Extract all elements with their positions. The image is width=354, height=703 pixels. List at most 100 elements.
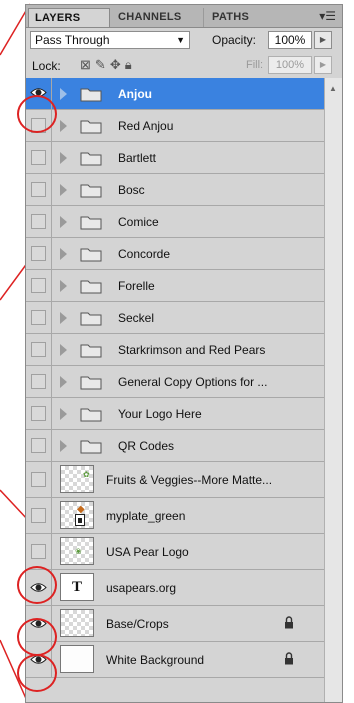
layer-name: usapears.org bbox=[106, 581, 177, 595]
layer-name: USA Pear Logo bbox=[106, 545, 189, 559]
lock-transparent-icon[interactable]: ⊠ bbox=[80, 57, 95, 72]
expand-arrow-icon[interactable] bbox=[60, 376, 67, 388]
layer-name: Bartlett bbox=[118, 151, 157, 165]
visibility-box-empty bbox=[31, 406, 46, 421]
layer-name: Bosc bbox=[118, 183, 145, 197]
visibility-box-empty bbox=[31, 472, 46, 487]
layer-name: QR Codes bbox=[118, 439, 175, 453]
visibility-toggle[interactable] bbox=[26, 110, 52, 141]
smart-object-icon bbox=[75, 514, 85, 526]
layer-row[interactable]: Starkrimson and Red Pears bbox=[26, 334, 324, 366]
layer-row[interactable]: General Copy Options for ... bbox=[26, 366, 324, 398]
layers-panel: LAYERS CHANNELS PATHS ▾☰ Pass Through ▼ … bbox=[25, 4, 343, 703]
layer-row[interactable]: Bosc bbox=[26, 174, 324, 206]
visibility-toggle[interactable] bbox=[26, 78, 52, 109]
folder-icon bbox=[80, 88, 102, 102]
layer-name: Concorde bbox=[118, 247, 171, 261]
visibility-toggle[interactable] bbox=[26, 606, 52, 641]
visibility-toggle[interactable] bbox=[26, 642, 52, 677]
layer-row[interactable]: Red Anjou bbox=[26, 110, 324, 142]
layer-row[interactable]: Seckel bbox=[26, 302, 324, 334]
visibility-toggle[interactable] bbox=[26, 142, 52, 173]
visibility-box-empty bbox=[31, 118, 46, 133]
layer-name: Seckel bbox=[118, 311, 155, 325]
layer-name: myplate_green bbox=[106, 509, 186, 523]
expand-arrow-icon[interactable] bbox=[60, 440, 67, 452]
visibility-toggle[interactable] bbox=[26, 462, 52, 497]
layer-row[interactable]: White Background bbox=[26, 642, 324, 678]
visibility-box-empty bbox=[31, 214, 46, 229]
scroll-up-icon[interactable]: ▲ bbox=[329, 84, 337, 93]
eye-icon bbox=[30, 655, 47, 664]
text-layer-icon: T bbox=[71, 579, 82, 595]
expand-arrow-icon[interactable] bbox=[60, 88, 67, 100]
expand-arrow-icon[interactable] bbox=[60, 120, 67, 132]
visibility-toggle[interactable] bbox=[26, 334, 52, 365]
layer-name: Starkrimson and Red Pears bbox=[118, 343, 266, 357]
visibility-toggle[interactable] bbox=[26, 302, 52, 333]
eye-icon bbox=[30, 583, 47, 592]
lock-position-icon[interactable]: ✥ bbox=[110, 57, 125, 72]
leaf-icon: ✿ bbox=[83, 470, 90, 479]
expand-arrow-icon[interactable] bbox=[60, 184, 67, 196]
visibility-toggle[interactable] bbox=[26, 270, 52, 301]
expand-arrow-icon[interactable] bbox=[60, 344, 67, 356]
layer-list-scrollbar[interactable]: ▲ bbox=[324, 78, 342, 702]
lock-all-icon[interactable]: 🔒︎ bbox=[125, 57, 136, 72]
layer-row[interactable]: Bartlett bbox=[26, 142, 324, 174]
blend-mode-select[interactable]: Pass Through ▼ bbox=[30, 31, 190, 49]
layer-row[interactable]: Forelle bbox=[26, 270, 324, 302]
layer-row[interactable]: Comice bbox=[26, 206, 324, 238]
layer-thumbnail: ❀ bbox=[60, 537, 94, 565]
folder-icon bbox=[80, 312, 102, 326]
tab-channels[interactable]: CHANNELS bbox=[112, 8, 204, 27]
expand-arrow-icon[interactable] bbox=[60, 280, 67, 292]
fill-input[interactable]: 100% bbox=[268, 56, 312, 74]
visibility-toggle[interactable] bbox=[26, 570, 52, 605]
opacity-slider-button[interactable]: ▶ bbox=[314, 31, 332, 49]
tab-paths[interactable]: PATHS bbox=[206, 8, 272, 27]
panel-tab-bar: LAYERS CHANNELS PATHS ▾☰ bbox=[26, 5, 342, 28]
layer-row[interactable]: Anjou bbox=[26, 78, 324, 110]
layer-row[interactable]: Concorde bbox=[26, 238, 324, 270]
visibility-box-empty bbox=[31, 544, 46, 559]
folder-icon bbox=[80, 344, 102, 358]
layer-thumbnail: ✿ bbox=[60, 465, 94, 493]
visibility-box-empty bbox=[31, 310, 46, 325]
visibility-toggle[interactable] bbox=[26, 366, 52, 397]
lock-image-icon[interactable]: ✎ bbox=[95, 57, 110, 72]
layer-row[interactable]: QR Codes bbox=[26, 430, 324, 462]
layer-row[interactable]: ✿ Fruits & Veggies--More Matte... bbox=[26, 462, 324, 498]
visibility-box-empty bbox=[31, 342, 46, 357]
expand-arrow-icon[interactable] bbox=[60, 248, 67, 260]
expand-arrow-icon[interactable] bbox=[60, 216, 67, 228]
lock-icon bbox=[285, 652, 293, 665]
expand-arrow-icon[interactable] bbox=[60, 312, 67, 324]
visibility-toggle[interactable] bbox=[26, 534, 52, 569]
folder-icon bbox=[80, 280, 102, 294]
layer-row[interactable]: ◆ myplate_green bbox=[26, 498, 324, 534]
lock-row: Lock: ⊠✎✥🔒︎ Fill: 100% ▶ bbox=[26, 52, 342, 79]
visibility-toggle[interactable] bbox=[26, 206, 52, 237]
layer-name: Comice bbox=[118, 215, 159, 229]
layer-row[interactable]: Your Logo Here bbox=[26, 398, 324, 430]
expand-arrow-icon[interactable] bbox=[60, 152, 67, 164]
fill-slider-button[interactable]: ▶ bbox=[314, 56, 332, 74]
visibility-toggle[interactable] bbox=[26, 174, 52, 205]
tab-layers[interactable]: LAYERS bbox=[28, 8, 110, 27]
layer-name: Anjou bbox=[118, 87, 152, 101]
layer-name: Base/Crops bbox=[106, 617, 169, 631]
panel-menu-icon[interactable]: ▾☰ bbox=[319, 9, 336, 23]
opacity-input[interactable]: 100% bbox=[268, 31, 312, 49]
expand-arrow-icon[interactable] bbox=[60, 408, 67, 420]
layer-row[interactable]: T usapears.org bbox=[26, 570, 324, 606]
layer-row[interactable]: Base/Crops bbox=[26, 606, 324, 642]
layer-name: General Copy Options for ... bbox=[118, 375, 268, 389]
visibility-toggle[interactable] bbox=[26, 430, 52, 461]
visibility-toggle[interactable] bbox=[26, 398, 52, 429]
visibility-box-empty bbox=[31, 182, 46, 197]
layer-row[interactable]: ❀ USA Pear Logo bbox=[26, 534, 324, 570]
visibility-toggle[interactable] bbox=[26, 238, 52, 269]
visibility-box-empty bbox=[31, 150, 46, 165]
visibility-toggle[interactable] bbox=[26, 498, 52, 533]
